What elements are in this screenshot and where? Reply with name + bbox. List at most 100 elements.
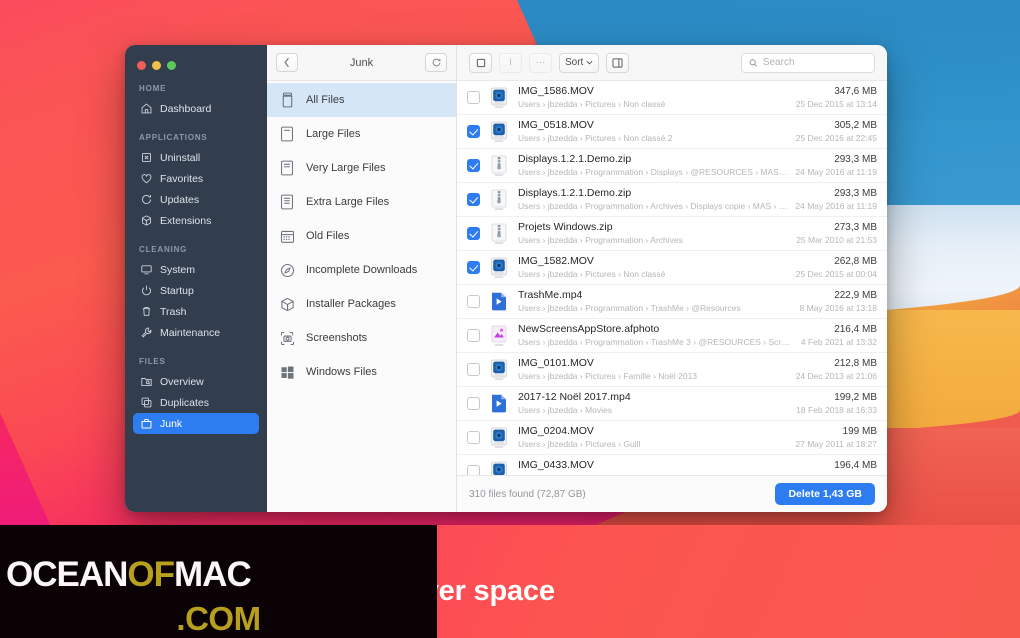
category-item-old-files[interactable]: Old Files (267, 219, 456, 253)
category-item-screenshots[interactable]: Screenshots (267, 321, 456, 355)
file-info: IMG_0433.MOVUsers › jbzedda › Pictures ›… (518, 459, 788, 475)
search-box[interactable] (741, 52, 875, 73)
wrench-icon (140, 326, 153, 339)
file-row[interactable]: Projets Windows.zip Users › jbzedda › Pro… (457, 217, 887, 251)
file-row[interactable]: Displays.1.2.1.Demo.zip Users › jbzedda ›… (457, 149, 887, 183)
file-checkbox[interactable] (467, 397, 480, 410)
file-size: 212,8 MB (834, 358, 877, 369)
file-size: 262,8 MB (834, 256, 877, 267)
file-checkbox[interactable] (467, 125, 480, 138)
file-checkbox[interactable] (467, 295, 480, 308)
file-row[interactable]: IMG_0204.MOV Users › jbzedda › Pictures ›… (457, 421, 887, 455)
sidebar-item-label: Junk (160, 417, 183, 430)
sidebar-item-dashboard[interactable]: Dashboard (133, 98, 259, 119)
sidebar-item-trash[interactable]: Trash (133, 301, 259, 322)
file-date: 25 Mar 2010 at 21:53 (796, 235, 877, 245)
delete-button[interactable]: Delete 1,43 GB (775, 483, 875, 505)
file-row[interactable]: Displays.1.2.1.Demo.zip Users › jbzedda ›… (457, 183, 887, 217)
close-button[interactable] (137, 61, 146, 70)
file-toolbar: i ··· Sort (457, 45, 887, 81)
sidebar-item-overview[interactable]: Overview (133, 371, 259, 392)
file-checkbox[interactable] (467, 227, 480, 240)
home-icon (140, 102, 153, 115)
file-list[interactable]: IMG_1586.MOV Users › jbzedda › Pictures ›… (457, 81, 887, 475)
back-button[interactable] (276, 53, 298, 72)
file-name: IMG_0204.MOV (518, 425, 594, 437)
file-checkbox[interactable] (467, 159, 480, 172)
file-pane: i ··· Sort IMG_1586.MOV Users › jbzedda ›… (457, 45, 887, 512)
file-type-icon (489, 359, 509, 381)
heart-icon (140, 172, 153, 185)
file-size: 293,3 MB (834, 154, 877, 165)
sidebar-item-maintenance[interactable]: Maintenance (133, 322, 259, 343)
category-item-all-files[interactable]: All Files (267, 83, 456, 117)
file-checkbox[interactable] (467, 193, 480, 206)
file-name: NewScreensAppStore.afphoto (518, 323, 660, 335)
zip-icon (491, 189, 507, 210)
file-date: 27 May 2011 at 18:27 (795, 439, 877, 449)
file-date: 8 May 2016 at 13:18 (799, 303, 877, 313)
sidebar-item-label: Duplicates (160, 396, 210, 409)
sidebar-item-label: Overview (160, 375, 204, 388)
watermark-line-1: OCEANOFMAC (6, 555, 252, 595)
search-input[interactable] (762, 57, 867, 68)
sidebar-item-startup[interactable]: Startup (133, 280, 259, 301)
file-row[interactable]: IMG_0518.MOV Users › jbzedda › Pictures ›… (457, 115, 887, 149)
refresh-button[interactable] (425, 53, 447, 72)
category-item-installer-packages[interactable]: Installer Packages (267, 287, 456, 321)
minimize-button[interactable] (152, 61, 161, 70)
file-date: 18 Feb 2018 at 16:33 (796, 405, 877, 415)
watermark-mac: MAC (174, 555, 252, 594)
file-info: IMG_1582.MOV Users › jbzedda › Pictures ›… (518, 255, 788, 280)
sidebar-item-favorites[interactable]: Favorites (133, 168, 259, 189)
category-item-windows-files[interactable]: Windows Files (267, 355, 456, 389)
file-checkbox[interactable] (467, 465, 480, 475)
category-item-incomplete-downloads[interactable]: Incomplete Downloads (267, 253, 456, 287)
file-size: 273,3 MB (834, 222, 877, 233)
chevron-down-icon (586, 60, 593, 65)
category-item-very-large-files[interactable]: Very Large Files (267, 151, 456, 185)
more-label: ··· (535, 57, 546, 68)
panel-toggle-button[interactable] (606, 52, 630, 73)
file-meta: 305,2 MB 25 Dec 2016 at 22:45 (788, 119, 877, 144)
zip-icon (491, 155, 507, 176)
file-name: IMG_0518.MOV (518, 119, 594, 131)
sidebar-item-label: Trash (160, 305, 187, 318)
sidebar-item-updates[interactable]: Updates (133, 189, 259, 210)
file-checkbox[interactable] (467, 91, 480, 104)
file-row[interactable]: NewScreensAppStore.afphoto Users › jbzedd… (457, 319, 887, 353)
sidebar-item-duplicates[interactable]: Duplicates (133, 392, 259, 413)
sort-button[interactable]: Sort (559, 52, 600, 73)
file-checkbox[interactable] (467, 363, 480, 376)
sidebar-item-extensions[interactable]: Extensions (133, 210, 259, 231)
category-item-large-files[interactable]: Large Files (267, 117, 456, 151)
monitor-icon (140, 263, 153, 276)
more-button[interactable]: ··· (529, 52, 552, 73)
sidebar-item-junk[interactable]: Junk (133, 413, 259, 434)
file-row[interactable]: TrashMe.mp4 Users › jbzedda › Programmati… (457, 285, 887, 319)
file-name: Displays.1.2.1.Demo.zip (518, 153, 632, 165)
file-checkbox[interactable] (467, 329, 480, 342)
sidebar-item-label: System (160, 263, 196, 276)
select-all-button[interactable] (469, 52, 492, 73)
copy-icon (140, 396, 153, 409)
sidebar-group-cleaning: CLEANING System Startup Trash Maintenanc… (125, 245, 267, 343)
file-row[interactable]: IMG_1586.MOV Users › jbzedda › Pictures ›… (457, 81, 887, 115)
file-row[interactable]: IMG_0433.MOVUsers › jbzedda › Pictures ›… (457, 455, 887, 475)
file-size: 199 MB (842, 426, 877, 437)
folder-search-icon (140, 375, 153, 388)
file-row[interactable]: IMG_1582.MOV Users › jbzedda › Pictures ›… (457, 251, 887, 285)
file-row[interactable]: 2017-12 Noël 2017.mp4 Users › jbzedda › M… (457, 387, 887, 421)
sidebar-item-uninstall[interactable]: Uninstall (133, 147, 259, 168)
file-type-icon (489, 461, 509, 475)
category-item-label: Incomplete Downloads (306, 264, 418, 276)
sidebar-item-system[interactable]: System (133, 259, 259, 280)
file-row[interactable]: IMG_0101.MOV Users › jbzedda › Pictures ›… (457, 353, 887, 387)
info-button[interactable]: i (499, 52, 522, 73)
zoom-button[interactable] (167, 61, 176, 70)
file-checkbox[interactable] (467, 431, 480, 444)
file-checkbox[interactable] (467, 261, 480, 274)
file-type-icon (489, 155, 509, 177)
category-item-extra-large-files[interactable]: Extra Large Files (267, 185, 456, 219)
file-name: Projets Windows.zip (518, 221, 613, 233)
